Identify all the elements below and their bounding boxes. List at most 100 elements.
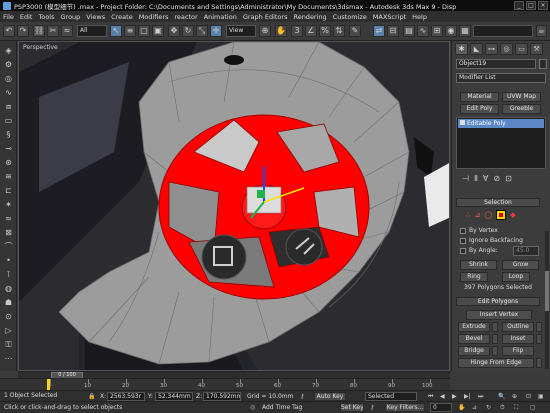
element-level-icon[interactable]: ◆ bbox=[510, 211, 515, 219]
maximize-button[interactable]: □ bbox=[526, 1, 536, 10]
reactor-rigid-icon[interactable]: ◈ bbox=[3, 45, 14, 56]
shrink-button[interactable]: Shrink bbox=[460, 260, 497, 270]
previous-frame-icon[interactable]: ◀ bbox=[440, 393, 445, 400]
align-icon[interactable]: ⊟ bbox=[387, 25, 399, 37]
create-tab-icon[interactable]: ✱ bbox=[455, 43, 468, 55]
field-of-view-icon[interactable]: ⊿ bbox=[472, 404, 477, 411]
material-button[interactable]: Material bbox=[460, 92, 499, 102]
reactor-deform-icon[interactable]: ⧈ bbox=[3, 101, 14, 112]
flip-button[interactable]: Flip bbox=[502, 346, 534, 356]
key-mode-dropdown[interactable]: Selected bbox=[365, 392, 417, 401]
select-move-icon[interactable]: ✥ bbox=[168, 25, 180, 37]
named-selection-dropdown[interactable] bbox=[473, 25, 533, 37]
show-end-result-icon[interactable]: Ⅱ bbox=[474, 174, 478, 185]
go-to-end-icon[interactable]: ⏭ bbox=[478, 393, 483, 401]
remove-modifier-icon[interactable]: ⊘ bbox=[493, 174, 500, 185]
track-bar[interactable]: 0 10 20 30 40 50 60 70 80 90 100 bbox=[0, 378, 450, 390]
spinner-snap-icon[interactable]: ⇅ bbox=[333, 25, 345, 37]
reactor-create-keys-icon[interactable]: ⚿ bbox=[3, 339, 14, 350]
border-level-icon[interactable]: ◯ bbox=[484, 211, 492, 219]
pan-icon[interactable]: ✋ bbox=[458, 404, 465, 411]
inset-button[interactable]: Inset bbox=[502, 334, 534, 344]
walk-through-icon[interactable]: ⛶ bbox=[514, 404, 518, 412]
display-tab-icon[interactable]: ▭ bbox=[515, 43, 528, 55]
window-crossing-icon[interactable]: ▣ bbox=[152, 25, 164, 37]
reactor-motor-icon[interactable]: ⊛ bbox=[3, 157, 14, 168]
reactor-toy-car-icon[interactable]: ⊏ bbox=[3, 185, 14, 196]
vertex-level-icon[interactable]: ∴ bbox=[466, 211, 470, 219]
current-frame-field[interactable]: 0 bbox=[430, 403, 452, 412]
play-icon[interactable]: ▶ bbox=[452, 393, 457, 400]
bridge-settings-button[interactable] bbox=[492, 346, 498, 356]
greeble-button[interactable]: Greeble bbox=[502, 104, 541, 114]
reactor-dashpot-icon[interactable]: ⊸ bbox=[3, 143, 14, 154]
loop-button[interactable]: Loop bbox=[502, 272, 530, 282]
stack-item-editable-poly[interactable]: Editable Poly bbox=[458, 119, 544, 128]
menu-tools[interactable]: Tools bbox=[38, 13, 54, 21]
reference-coord-dropdown[interactable]: View bbox=[226, 25, 256, 37]
perspective-viewport[interactable]: Perspective bbox=[18, 41, 450, 371]
ring-button[interactable]: Ring bbox=[460, 272, 488, 282]
object-name-field[interactable]: Object19 bbox=[456, 59, 536, 69]
select-scale-icon[interactable]: ⤡ bbox=[196, 25, 208, 37]
menu-modifiers[interactable]: Modifiers bbox=[139, 13, 169, 21]
bind-spacewarp-icon[interactable]: ≈ bbox=[61, 25, 73, 37]
material-editor-icon[interactable]: ◉ bbox=[445, 25, 457, 37]
go-to-start-icon[interactable]: ⏮ bbox=[428, 393, 433, 401]
reactor-cloth-icon[interactable]: ⚙ bbox=[3, 59, 14, 70]
zoom-all-icon[interactable]: ⊕ bbox=[512, 393, 517, 400]
menu-help[interactable]: Help bbox=[412, 13, 427, 21]
edge-level-icon[interactable]: ⊿ bbox=[474, 211, 480, 219]
pin-stack-icon[interactable]: ⊣ bbox=[462, 174, 469, 185]
viewport-label[interactable]: Perspective bbox=[23, 44, 58, 51]
reactor-plane-icon[interactable]: ▭ bbox=[3, 115, 14, 126]
angle-snap-icon[interactable]: ∠ bbox=[305, 25, 317, 37]
by-vertex-checkbox[interactable]: By Vertex bbox=[460, 227, 498, 234]
auto-key-button[interactable]: Auto Key bbox=[314, 392, 346, 401]
hierarchy-tab-icon[interactable]: ⊶ bbox=[485, 43, 498, 55]
next-frame-icon[interactable]: ▶| bbox=[464, 393, 471, 400]
lock-selection-icon[interactable]: 🔒 bbox=[88, 393, 95, 400]
uvw-map-button[interactable]: UVW Map bbox=[502, 92, 541, 102]
reactor-preview-icon[interactable]: ▷ bbox=[3, 325, 14, 336]
outline-settings-button[interactable] bbox=[536, 322, 542, 332]
panel-scroll-thumb[interactable] bbox=[545, 271, 549, 311]
reactor-spring-icon[interactable]: § bbox=[3, 129, 14, 140]
reactor-fracture-icon[interactable]: ✶ bbox=[3, 199, 14, 210]
layer-manager-icon[interactable]: ▤ bbox=[403, 25, 415, 37]
select-object-icon[interactable]: ↖ bbox=[110, 25, 122, 37]
reactor-water-icon[interactable]: ≈ bbox=[3, 213, 14, 224]
move-gizmo-icon[interactable]: ✛ bbox=[210, 25, 222, 37]
region-select-icon[interactable]: ▢ bbox=[138, 25, 150, 37]
reactor-soft-icon[interactable]: ◎ bbox=[3, 73, 14, 84]
menu-rendering[interactable]: Rendering bbox=[293, 13, 326, 21]
time-slider-track[interactable]: 0 / 100 bbox=[18, 371, 450, 379]
bevel-button[interactable]: Bevel bbox=[458, 334, 490, 344]
zoom-extents-icon[interactable]: ⊡ bbox=[526, 393, 531, 400]
menu-customize[interactable]: Customize bbox=[333, 13, 367, 21]
close-button[interactable]: × bbox=[538, 1, 548, 10]
set-key-icon[interactable]: ⚷ bbox=[370, 404, 374, 411]
select-rotate-icon[interactable]: ↻ bbox=[182, 25, 194, 37]
menu-edit[interactable]: Edit bbox=[20, 13, 33, 21]
maximize-viewport-icon[interactable]: ▢ bbox=[530, 404, 536, 411]
motion-tab-icon[interactable]: ◎ bbox=[500, 43, 513, 55]
menu-file[interactable]: File bbox=[3, 13, 14, 21]
reactor-prismatic-icon[interactable]: ⊺ bbox=[3, 269, 14, 280]
inset-settings-button[interactable] bbox=[536, 334, 542, 344]
reactor-constraint-icon[interactable]: ⊠ bbox=[3, 227, 14, 238]
schematic-view-icon[interactable]: ⊞ bbox=[431, 25, 443, 37]
curve-editor-icon[interactable]: ∿ bbox=[417, 25, 429, 37]
modifier-list-dropdown[interactable]: Modifier List bbox=[456, 73, 546, 83]
bridge-button[interactable]: Bridge bbox=[458, 346, 490, 356]
selection-filter-dropdown[interactable]: All bbox=[77, 25, 107, 37]
reactor-carwheel-icon[interactable]: ◍ bbox=[3, 283, 14, 294]
y-coordinate-field[interactable]: 52.344mm bbox=[155, 392, 193, 401]
edit-poly-button[interactable]: Edit Poly bbox=[460, 104, 499, 114]
reactor-property-icon[interactable]: ⋯ bbox=[3, 353, 14, 364]
menu-animation[interactable]: Animation bbox=[204, 13, 237, 21]
reactor-wind-icon[interactable]: ≋ bbox=[3, 171, 14, 182]
select-manipulate-icon[interactable]: ✋ bbox=[275, 25, 287, 37]
extrude-button[interactable]: Extrude bbox=[458, 322, 490, 332]
z-coordinate-field[interactable]: 170.592mm bbox=[203, 392, 241, 401]
